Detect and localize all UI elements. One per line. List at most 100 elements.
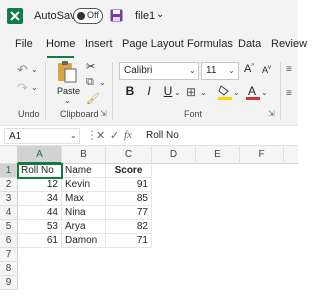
row-header[interactable]: 7 (0, 248, 18, 262)
tab-review[interactable]: Review (271, 38, 307, 50)
font-name-dropdown-icon[interactable]: ⌄ (189, 66, 196, 75)
undo-group-label: Undo (18, 109, 40, 119)
cell-b4[interactable]: Nina (62, 206, 106, 220)
name-box-value: A1 (9, 131, 22, 142)
file-name[interactable]: file1 (135, 10, 155, 22)
cell-a3[interactable]: 34 (18, 192, 62, 206)
save-icon[interactable] (110, 9, 123, 22)
cell-a6[interactable]: 61 (18, 234, 62, 248)
cell-c6[interactable]: 71 (106, 234, 152, 248)
redo-dropdown-icon[interactable]: ⌄ (31, 83, 38, 92)
clipboard-group-label: Clipboard (60, 109, 99, 119)
font-name-value: Calibri (124, 65, 153, 76)
tab-formulas[interactable]: Formulas (187, 38, 233, 50)
name-box-dropdown-icon[interactable]: ⌄ (70, 131, 77, 140)
toggle-knob (77, 12, 85, 20)
group-divider (280, 62, 281, 120)
column-header[interactable]: D (152, 146, 196, 164)
clipboard-launcher-icon[interactable]: ⇲ (100, 109, 107, 118)
column-header-row: A B C D E F (0, 146, 298, 164)
chevron-down-icon[interactable]: ⌄ (156, 9, 164, 20)
row-header[interactable]: 4 (0, 206, 18, 220)
fill-color-icon[interactable] (218, 84, 232, 100)
ribbon: ↶ ⌄ ↷ ⌄ Undo Paste ⌄ ✂ ⧉ ⌄ 🖌 Clipboard ⇲… (0, 58, 298, 126)
fill-color-dropdown-icon[interactable]: ⌄ (233, 88, 240, 97)
decrease-font-icon[interactable]: Av (262, 65, 271, 75)
underline-button[interactable]: U (161, 84, 175, 98)
row-header[interactable]: 5 (0, 220, 18, 234)
font-launcher-icon[interactable]: ⇲ (268, 109, 275, 118)
cell-b6[interactable]: Damon (62, 234, 106, 248)
cell-b1[interactable]: Name (62, 164, 106, 178)
borders-icon[interactable]: ⊞ (186, 85, 196, 99)
font-color-icon[interactable]: A (246, 83, 260, 100)
row-header[interactable]: 9 (0, 276, 18, 290)
cell-c3[interactable]: 85 (106, 192, 152, 206)
cell-c1[interactable]: Score (106, 164, 152, 178)
column-header[interactable]: B (62, 146, 106, 164)
column-header[interactable]: C (106, 146, 152, 164)
excel-logo-icon (7, 8, 23, 24)
bold-button[interactable]: B (123, 84, 137, 98)
tab-home[interactable]: Home (46, 38, 75, 50)
column-header[interactable]: F (240, 146, 284, 164)
group-divider (45, 62, 46, 120)
cell-a4[interactable]: 44 (18, 206, 62, 220)
cut-icon[interactable]: ✂ (86, 60, 95, 73)
align-icon[interactable]: ≡ (286, 88, 292, 99)
cell-b3[interactable]: Max (62, 192, 106, 206)
italic-button[interactable]: I (142, 84, 156, 98)
cell-c2[interactable]: 91 (106, 178, 152, 192)
borders-dropdown-icon[interactable]: ⌄ (200, 88, 207, 97)
group-divider (112, 62, 113, 120)
autosave-toggle[interactable]: Off (73, 8, 103, 24)
row-header[interactable]: 8 (0, 262, 18, 276)
insert-function-icon[interactable]: fx (124, 129, 132, 141)
spreadsheet-grid: A B C D E F 1 2 3 4 5 6 7 8 9 Roll No Na… (0, 146, 298, 300)
svg-text:A: A (248, 84, 256, 98)
font-size-value: 11 (206, 65, 217, 76)
select-all-corner[interactable] (0, 146, 18, 164)
undo-dropdown-icon[interactable]: ⌄ (31, 65, 38, 74)
font-color-dropdown-icon[interactable]: ⌄ (261, 88, 268, 97)
tab-page-layout[interactable]: Page Layout (122, 38, 184, 50)
copy-icon[interactable]: ⧉ (86, 76, 94, 89)
cell-b2[interactable]: Kevin (62, 178, 106, 192)
cell-b5[interactable]: Arya (62, 220, 106, 234)
cell-a1[interactable]: Roll No (17, 163, 63, 179)
font-name-select[interactable]: Calibri (119, 62, 199, 80)
title-bar: AutoSave Off file1 ⌄ (0, 0, 298, 32)
align-icon[interactable]: ≡ (286, 64, 292, 75)
tab-insert[interactable]: Insert (85, 38, 113, 50)
toggle-state: Off (87, 10, 99, 20)
row-header[interactable]: 3 (0, 192, 18, 206)
formula-content[interactable]: Roll No (146, 130, 179, 141)
cell-c4[interactable]: 77 (106, 206, 152, 220)
copy-dropdown-icon[interactable]: ⌄ (99, 78, 106, 87)
formula-bar: A1 ⌄ ⋮ ✕ ✓ fx Roll No (0, 126, 298, 146)
enter-icon[interactable]: ✓ (110, 129, 119, 142)
column-header[interactable]: A (18, 146, 62, 164)
redo-icon[interactable]: ↷ (17, 80, 28, 96)
cell-a2[interactable]: 12 (18, 178, 62, 192)
font-group-label: Font (184, 109, 203, 119)
increase-font-icon[interactable]: A^ (244, 63, 254, 75)
font-size-dropdown-icon[interactable]: ⌄ (228, 66, 235, 75)
row-header[interactable]: 1 (0, 164, 18, 178)
paste-label[interactable]: Paste (57, 86, 80, 96)
format-painter-icon[interactable]: 🖌 (86, 92, 100, 105)
row-header[interactable]: 6 (0, 234, 18, 248)
undo-icon[interactable]: ↶ (17, 62, 28, 78)
row-header[interactable]: 2 (0, 178, 18, 192)
cell-a5[interactable]: 53 (18, 220, 62, 234)
name-box[interactable]: A1 (4, 128, 80, 144)
tab-data[interactable]: Data (238, 38, 261, 50)
tab-file[interactable]: File (15, 38, 33, 50)
paste-dropdown-icon[interactable]: ⌄ (64, 96, 71, 105)
underline-dropdown-icon[interactable]: ⌄ (174, 88, 181, 97)
ribbon-tabs: File Home Insert Page Layout Formulas Da… (0, 32, 307, 58)
column-header[interactable]: E (196, 146, 240, 164)
paste-icon[interactable] (56, 60, 78, 84)
cell-c5[interactable]: 82 (106, 220, 152, 234)
cancel-icon[interactable]: ✕ (96, 129, 105, 142)
